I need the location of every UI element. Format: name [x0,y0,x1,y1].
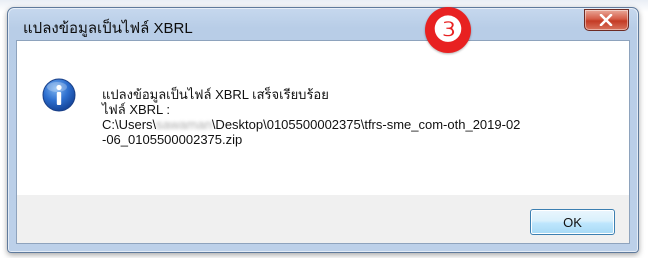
message-line-filename: -06_0105500002375.zip [102,132,243,147]
step-number-label: ❸ [432,10,464,50]
redacted-username: sawaman [156,117,212,132]
close-icon [599,14,613,26]
dialog-title: แปลงข้อมูลเป็นไฟล์ XBRL [23,20,193,37]
message-line-status: แปลงข้อมูลเป็นไฟล์ XBRL เสร็จเรียบร้อย [102,87,329,102]
dialog-client-area: แปลงข้อมูลเป็นไฟล์ XBRL เสร็จเรียบร้อย ไ… [16,40,630,244]
path-suffix: \Desktop\0105500002375\tfrs-sme_com-oth_… [211,117,521,132]
message-line-path: C:\Users\sawaman\Desktop\0105500002375\t… [102,117,520,132]
message-line-file-label: ไฟล์ XBRL : [102,102,171,117]
message-text: แปลงข้อมูลเป็นไฟล์ XBRL เสร็จเรียบร้อย ไ… [102,87,520,147]
info-icon [42,78,76,112]
ok-button[interactable]: OK [530,209,615,235]
message-area: แปลงข้อมูลเป็นไฟล์ XBRL เสร็จเรียบร้อย ไ… [17,41,629,195]
close-button[interactable] [584,9,629,31]
step-number-badge: ❸ [425,7,471,53]
path-prefix: C:\Users\ [102,117,157,132]
message-dialog: แปลงข้อมูลเป็นไฟล์ XBRL แปลงข้อมูลเป็นไฟ… [7,7,639,253]
